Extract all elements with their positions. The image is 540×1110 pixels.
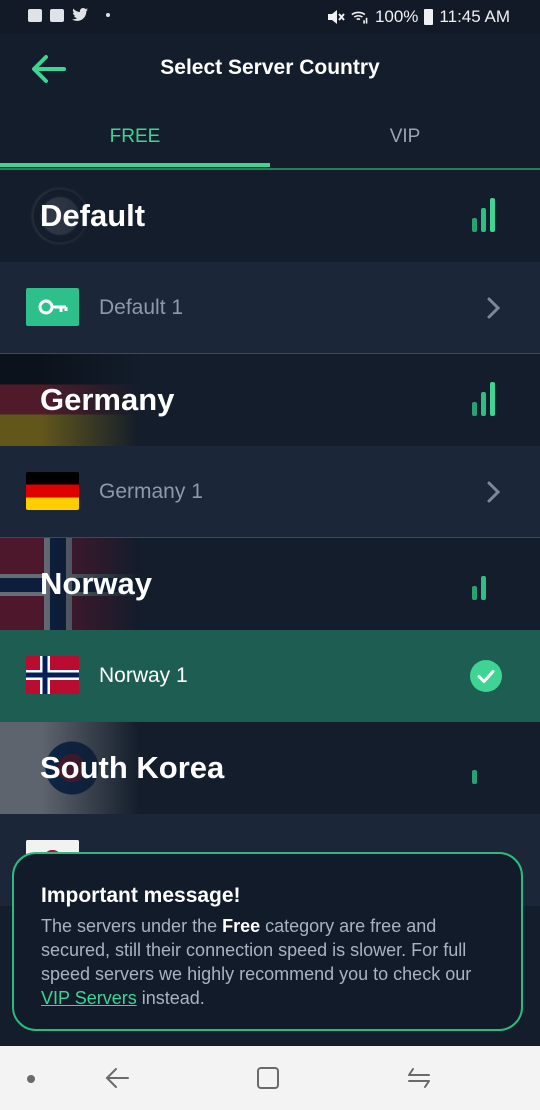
important-message-card: Important message! The servers under the… bbox=[12, 852, 523, 1031]
gallery-icon bbox=[28, 8, 42, 22]
key-icon bbox=[26, 288, 79, 326]
message-body: The servers under the Free category are … bbox=[41, 914, 501, 1010]
server-label: Norway 1 bbox=[99, 664, 188, 687]
message-text: instead. bbox=[136, 988, 205, 1008]
server-row-germany-1[interactable]: Germany 1 bbox=[0, 446, 540, 538]
tab-free[interactable]: FREE bbox=[0, 104, 270, 170]
active-tab-indicator bbox=[0, 163, 270, 167]
message-title: Important message! bbox=[41, 884, 241, 907]
wifi-icon bbox=[351, 11, 368, 24]
mute-icon bbox=[327, 10, 345, 24]
norway-flag-icon bbox=[26, 656, 79, 694]
back-nav-icon[interactable] bbox=[104, 1064, 130, 1092]
tab-bar: FREE VIP bbox=[0, 104, 540, 170]
recents-nav-icon[interactable] bbox=[405, 1064, 433, 1092]
battery-percent: 100% bbox=[374, 7, 419, 26]
message-text: The servers under the bbox=[41, 916, 223, 936]
notification-dot-icon bbox=[106, 13, 110, 17]
check-circle-icon bbox=[470, 660, 502, 692]
germany-flag-icon bbox=[26, 472, 79, 510]
page-title: Select Server Country bbox=[160, 56, 380, 79]
chevron-right-icon bbox=[487, 297, 501, 319]
server-label: Germany 1 bbox=[99, 480, 203, 503]
group-title: Norway bbox=[40, 566, 152, 601]
group-header-norway: Norway bbox=[0, 538, 540, 630]
app-header: Select Server Country bbox=[0, 34, 540, 104]
group-title: South Korea bbox=[40, 750, 225, 785]
server-row-norway-1[interactable]: Norway 1 bbox=[0, 630, 540, 722]
status-bar: 100% 11:45 AM bbox=[0, 0, 540, 34]
signal-strength-icon bbox=[472, 196, 500, 232]
group-header-south-korea: South Korea bbox=[0, 722, 540, 814]
signal-strength-icon bbox=[472, 748, 500, 784]
message-bold-text: Free bbox=[222, 916, 261, 936]
group-title: Germany bbox=[40, 382, 175, 417]
tab-vip[interactable]: VIP bbox=[270, 104, 540, 170]
home-nav-icon[interactable] bbox=[255, 1064, 281, 1092]
clock: 11:45 AM bbox=[439, 7, 510, 26]
server-label: Default 1 bbox=[99, 296, 184, 319]
server-row-default-1[interactable]: Default 1 bbox=[0, 262, 540, 354]
battery-icon bbox=[424, 9, 434, 25]
signal-strength-icon bbox=[472, 564, 500, 600]
group-header-default: Default bbox=[0, 170, 540, 262]
system-nav-bar bbox=[0, 1046, 540, 1110]
twitter-icon bbox=[72, 8, 88, 21]
group-header-germany: Germany bbox=[0, 354, 540, 446]
signal-strength-icon bbox=[472, 380, 500, 416]
group-title: Default bbox=[40, 198, 146, 233]
vip-servers-link[interactable]: VIP Servers bbox=[41, 988, 137, 1008]
nav-dot-icon[interactable] bbox=[26, 1074, 36, 1084]
chevron-right-icon bbox=[487, 481, 501, 503]
news-icon bbox=[50, 8, 64, 22]
